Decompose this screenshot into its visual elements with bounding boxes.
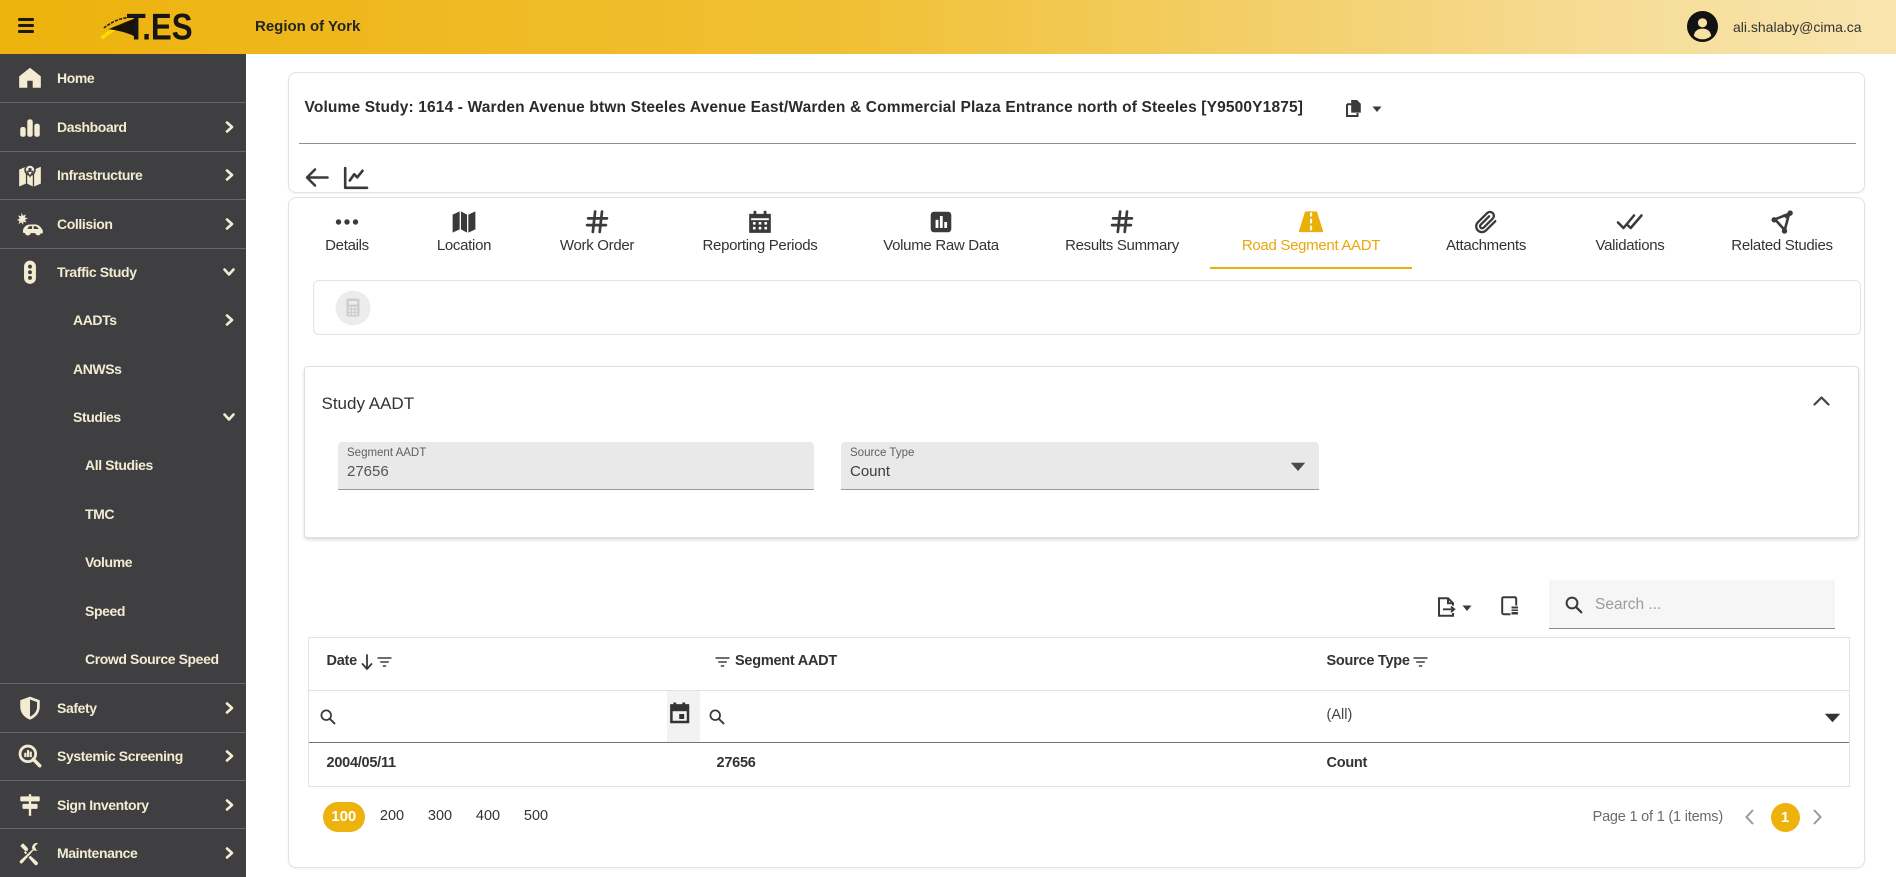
svg-text:T.ES: T.ES xyxy=(127,7,193,48)
